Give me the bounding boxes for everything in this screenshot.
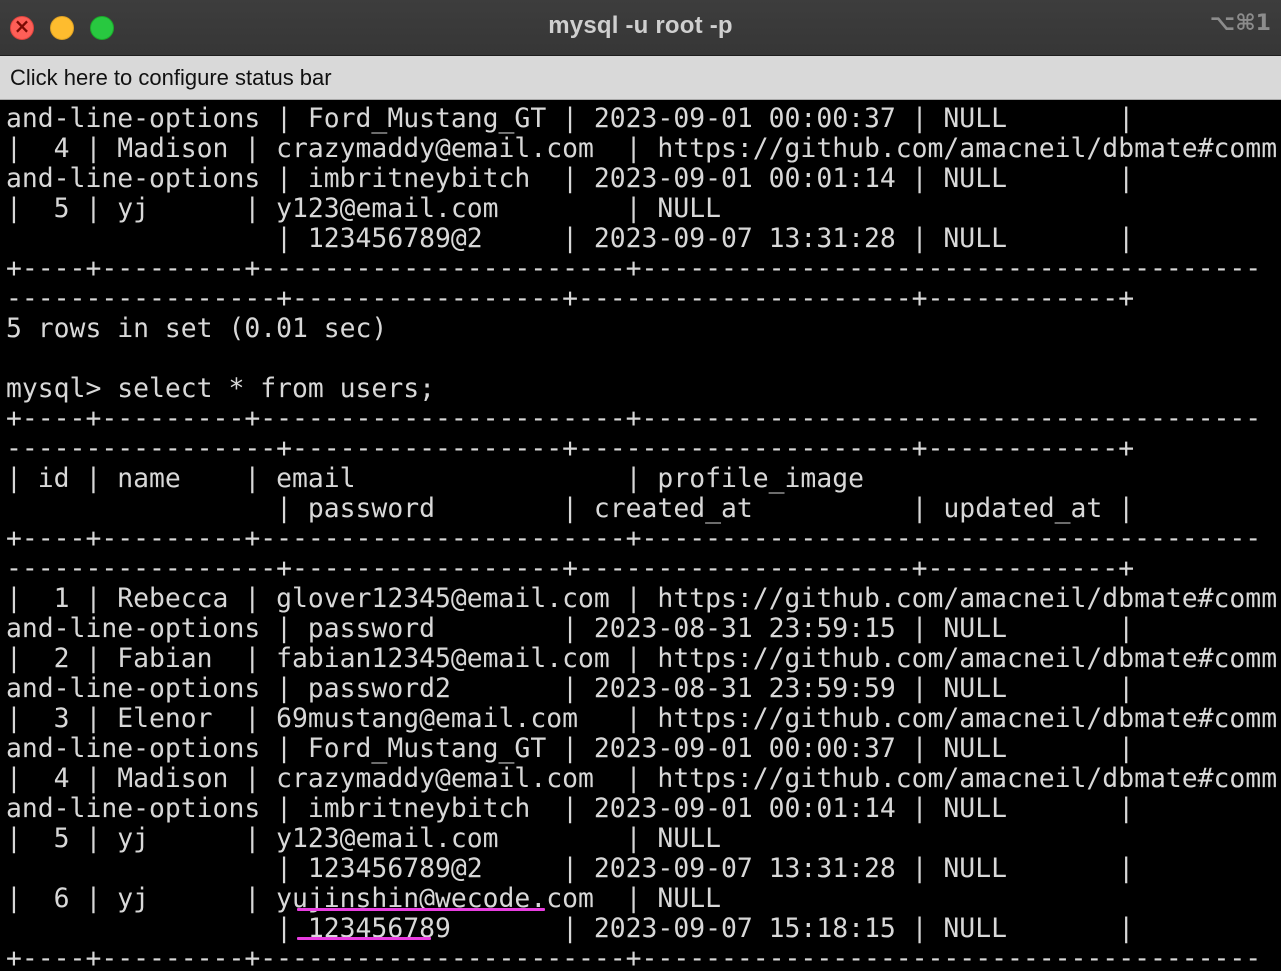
- terminal-line: mysql> select * from users;: [6, 374, 435, 404]
- status-bar-configure[interactable]: Click here to configure status bar: [0, 56, 1281, 100]
- terminal-window: mysql -u root -p ⌥⌘1 Click here to confi…: [0, 0, 1281, 971]
- terminal-line: +----+---------+-----------------------+…: [6, 524, 1262, 554]
- terminal-line: -----------------+-----------------+----…: [6, 554, 1135, 584]
- highlight-underline-email: [297, 908, 545, 911]
- terminal-line: | 123456789@2 | 2023-09-07 13:31:28 | NU…: [6, 224, 1135, 254]
- terminal-line: and-line-options | imbritneybitch | 2023…: [6, 164, 1135, 194]
- terminal-line: and-line-options | Ford_Mustang_GT | 202…: [6, 104, 1135, 134]
- terminal-line: | 4 | Madison | crazymaddy@email.com | h…: [6, 764, 1278, 794]
- terminal-line: and-line-options | imbritneybitch | 2023…: [6, 794, 1135, 824]
- window-title: mysql -u root -p: [548, 12, 733, 39]
- window-shortcut-label: ⌥⌘1: [1209, 11, 1271, 36]
- terminal-line: | password | created_at | updated_at |: [6, 494, 1135, 524]
- terminal-line: and-line-options | password | 2023-08-31…: [6, 614, 1135, 644]
- terminal-line: | 123456789 | 2023-09-07 15:18:15 | NULL…: [6, 914, 1135, 944]
- terminal-output[interactable]: and-line-options | Ford_Mustang_GT | 202…: [6, 104, 1281, 971]
- terminal-line: | 5 | yj | y123@email.com | NULL: [6, 824, 721, 854]
- terminal-line: | 1 | Rebecca | glover12345@email.com | …: [6, 584, 1278, 614]
- terminal-line: | 4 | Madison | crazymaddy@email.com | h…: [6, 134, 1278, 164]
- status-bar-label: Click here to configure status bar: [10, 65, 332, 90]
- terminal-line: | 123456789@2 | 2023-09-07 13:31:28 | NU…: [6, 854, 1135, 884]
- terminal-line: +----+---------+-----------------------+…: [6, 254, 1262, 284]
- terminal-line: | 3 | Elenor | 69mustang@email.com | htt…: [6, 704, 1278, 734]
- terminal-line: | 2 | Fabian | fabian12345@email.com | h…: [6, 644, 1278, 674]
- terminal-line: | 5 | yj | y123@email.com | NULL: [6, 194, 721, 224]
- terminal-line: | id | name | email | profile_image: [6, 464, 864, 494]
- terminal-line: and-line-options | password2 | 2023-08-3…: [6, 674, 1135, 704]
- terminal-line: +----+---------+-----------------------+…: [6, 404, 1262, 434]
- terminal-line: | 6 | yj | yujinshin@wecode.com | NULL: [6, 884, 721, 914]
- terminal-line: +----+---------+-----------------------+…: [6, 944, 1262, 971]
- highlight-underline-password: [297, 937, 431, 940]
- terminal-line: -----------------+-----------------+----…: [6, 434, 1135, 464]
- terminal-line: 5 rows in set (0.01 sec): [6, 314, 388, 344]
- terminal-line: and-line-options | Ford_Mustang_GT | 202…: [6, 734, 1135, 764]
- terminal-line: -----------------+-----------------+----…: [6, 284, 1135, 314]
- title-bar[interactable]: mysql -u root -p ⌥⌘1: [0, 0, 1281, 56]
